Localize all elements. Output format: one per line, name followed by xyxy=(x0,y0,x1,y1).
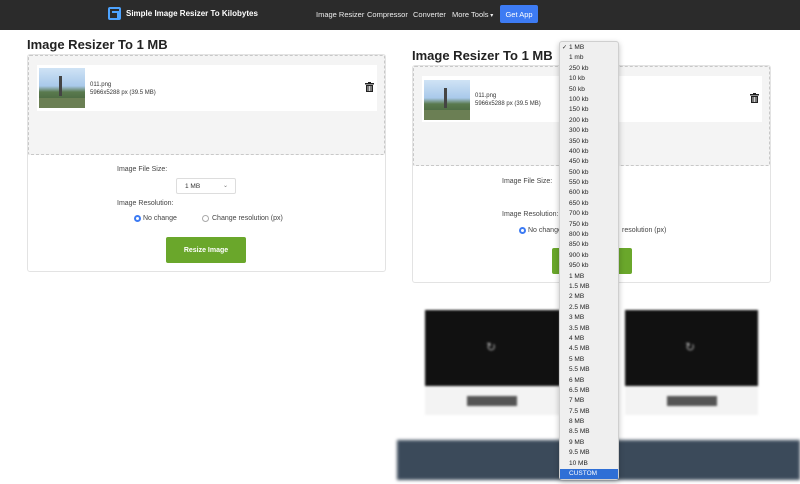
image-thumbnail xyxy=(39,68,85,108)
page-title-right: Image Resizer To 1 MB xyxy=(412,48,553,63)
file-name-right: 011.png xyxy=(475,93,497,99)
dropdown-option[interactable]: 5 MB xyxy=(560,355,618,365)
dropdown-option[interactable]: 550 kb xyxy=(560,178,618,188)
replay-icon: ↻ xyxy=(486,340,497,354)
radio-no-change[interactable] xyxy=(134,215,141,222)
top-navbar: Simple Image Resizer To Kilobytes Image … xyxy=(0,0,800,30)
ad-cta-button xyxy=(467,396,517,406)
dropdown-option[interactable]: 500 kb xyxy=(560,168,618,178)
dropdown-option[interactable]: 4.5 MB xyxy=(560,344,618,354)
dropdown-option[interactable]: 800 kb xyxy=(560,230,618,240)
radio-change-resolution[interactable] xyxy=(202,215,209,222)
dropdown-option[interactable]: 7.5 MB xyxy=(560,407,618,417)
dropdown-option[interactable]: 7 MB xyxy=(560,396,618,406)
dropdown-option[interactable]: 8 MB xyxy=(560,417,618,427)
nav-more-tools[interactable]: More Tools xyxy=(452,10,493,19)
dropdown-option[interactable]: 1 MB xyxy=(560,272,618,282)
radio-change-resolution-label: Change resolution (px) xyxy=(212,215,283,222)
dropdown-option[interactable]: 1.5 MB xyxy=(560,282,618,292)
dropdown-option[interactable]: 450 kb xyxy=(560,157,618,167)
dropdown-option[interactable]: 700 kb xyxy=(560,209,618,219)
delete-trash-icon[interactable] xyxy=(365,82,374,92)
brand[interactable]: Simple Image Resizer To Kilobytes xyxy=(108,7,258,20)
dropdown-option[interactable]: 5.5 MB xyxy=(560,365,618,375)
nav-image-resizer[interactable]: Image Resizer xyxy=(316,10,364,19)
resize-image-button[interactable]: Resize Image xyxy=(166,237,246,263)
dropdown-option[interactable]: 950 kb xyxy=(560,261,618,271)
delete-trash-icon-right[interactable] xyxy=(750,93,759,103)
file-dimensions-right: 5966x5288 px (39.5 MB) xyxy=(475,101,541,107)
dropdown-option[interactable]: 9.5 MB xyxy=(560,448,618,458)
file-size-select[interactable]: 1 MB ⌄ xyxy=(176,178,236,194)
brand-logo-icon xyxy=(108,7,121,20)
get-app-button[interactable]: Get App xyxy=(500,5,538,23)
radio-no-change-label-right: No change xyxy=(528,227,562,234)
dropdown-option[interactable]: 200 kb xyxy=(560,116,618,126)
file-size-label: Image File Size: xyxy=(117,166,168,173)
nav-converter[interactable]: Converter xyxy=(413,10,446,19)
dropdown-option[interactable]: 400 kb xyxy=(560,147,618,157)
dropdown-option[interactable]: 650 kb xyxy=(560,199,618,209)
resolution-label: Image Resolution: xyxy=(117,200,174,207)
dropdown-option[interactable]: 6.5 MB xyxy=(560,386,618,396)
replay-icon: ↻ xyxy=(685,340,696,354)
dropdown-option[interactable]: 600 kb xyxy=(560,188,618,198)
dropdown-option[interactable]: 50 kb xyxy=(560,85,618,95)
dropdown-option[interactable]: 2 MB xyxy=(560,292,618,302)
dropdown-option[interactable]: 3.5 MB xyxy=(560,324,618,334)
file-row xyxy=(37,65,377,111)
ad-video-left[interactable]: ↻ xyxy=(425,310,560,415)
dropdown-option[interactable]: 750 kb xyxy=(560,220,618,230)
file-size-select-value: 1 MB xyxy=(185,182,201,190)
dropdown-option[interactable]: 100 kb xyxy=(560,95,618,105)
dropdown-option[interactable]: 300 kb xyxy=(560,126,618,136)
image-thumbnail-right xyxy=(424,80,470,120)
chevron-down-icon: ⌄ xyxy=(222,183,228,189)
dropdown-option[interactable]: CUSTOM xyxy=(560,469,618,480)
dropdown-option[interactable]: 900 kb xyxy=(560,251,618,261)
dropdown-option[interactable]: 3 MB xyxy=(560,313,618,323)
dropdown-option[interactable]: 350 kb xyxy=(560,137,618,147)
dropdown-option[interactable]: 1 mb xyxy=(560,53,618,63)
file-dimensions: 5966x5288 px (39.5 MB) xyxy=(90,90,156,96)
ad-cta-button xyxy=(667,396,717,406)
dropdown-option[interactable]: 250 kb xyxy=(560,64,618,74)
dropdown-option[interactable]: 2.5 MB xyxy=(560,303,618,313)
dropdown-option[interactable]: 10 kb xyxy=(560,74,618,84)
brand-name: Simple Image Resizer To Kilobytes xyxy=(126,9,258,18)
ad-video-right[interactable]: ↻ xyxy=(625,310,758,415)
radio-change-resolution-label-right: resolution (px) xyxy=(622,227,667,234)
resolution-label-right: Image Resolution: xyxy=(502,211,559,218)
page-title: Image Resizer To 1 MB xyxy=(27,37,168,52)
dropdown-option[interactable]: 4 MB xyxy=(560,334,618,344)
dropdown-option[interactable]: 850 kb xyxy=(560,240,618,250)
dropdown-option[interactable]: 150 kb xyxy=(560,105,618,115)
dropdown-option[interactable]: 1 MB xyxy=(560,43,618,54)
radio-no-change-right[interactable] xyxy=(519,227,526,234)
file-name: 011.png xyxy=(90,82,112,88)
dropdown-option[interactable]: 10 MB xyxy=(560,459,618,469)
dropdown-option[interactable]: 9 MB xyxy=(560,438,618,448)
radio-no-change-label: No change xyxy=(143,215,177,222)
nav-compressor[interactable]: Compressor xyxy=(367,10,408,19)
dropdown-option[interactable]: 6 MB xyxy=(560,376,618,386)
file-size-label-right: Image File Size: xyxy=(502,178,553,185)
dropdown-option[interactable]: 8.5 MB xyxy=(560,427,618,437)
file-size-dropdown-list[interactable]: 1 MB1 mb250 kb10 kb50 kb100 kb150 kb200 … xyxy=(559,41,619,480)
